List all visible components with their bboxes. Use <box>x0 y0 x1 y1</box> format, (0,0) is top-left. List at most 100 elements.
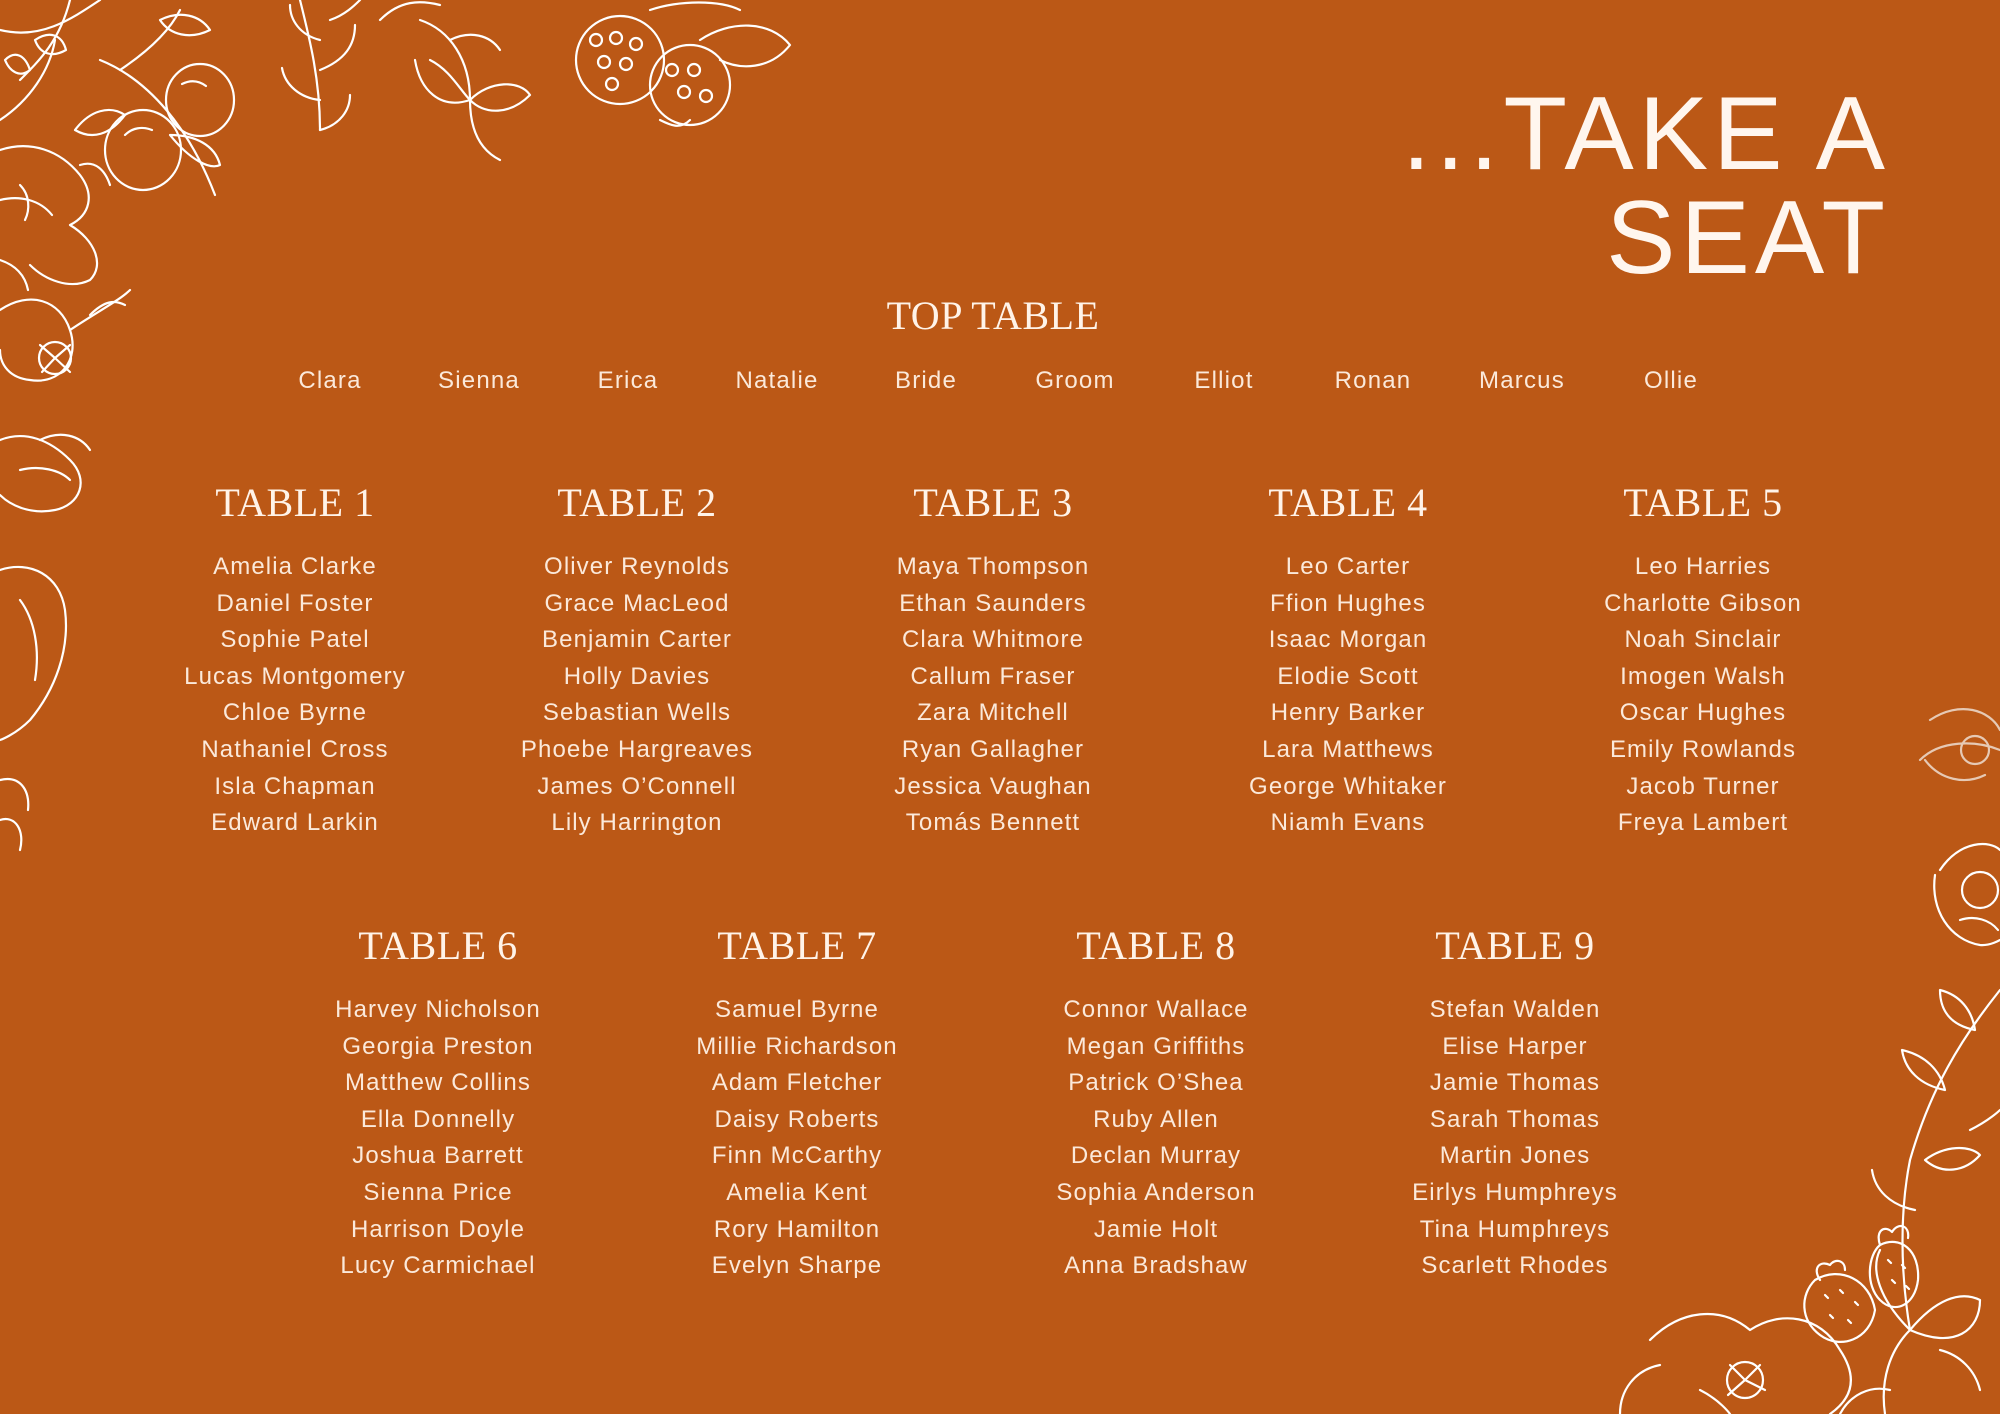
guest-name: Jessica Vaughan <box>894 772 1092 800</box>
table-9: TABLE 9 Stefan Walden Elise Harper Jamie… <box>1365 926 1665 1285</box>
top-table-guest: Ollie <box>1643 367 1698 394</box>
guest-name: Stefan Walden <box>1429 996 1601 1023</box>
guest-name: Clara Whitmore <box>901 626 1085 654</box>
top-table-guest: Natalie <box>735 367 819 394</box>
guest-name: Jamie Thomas <box>1429 1069 1601 1097</box>
guest-name: Ella Donnelly <box>360 1105 516 1133</box>
guest-name: Sarah Thomas <box>1429 1105 1601 1133</box>
table-heading: TABLE 6 <box>358 923 518 968</box>
table-8: TABLE 8 Connor Wallace Megan Griffiths P… <box>1006 926 1306 1285</box>
guest-name: Connor Wallace <box>1063 996 1249 1023</box>
top-table-names: Clara Sienna Erica Natalie Bride Groom E… <box>260 364 1700 398</box>
guest-name: Chloe Byrne <box>222 699 368 727</box>
seating-chart: ...TAKE A SEAT TOP TABLE Clara Sienna Er… <box>0 0 2000 1414</box>
guest-name: Declan Murray <box>1070 1142 1242 1170</box>
guest-name: Nathaniel Cross <box>201 735 389 763</box>
guest-name: Martin Jones <box>1439 1142 1591 1170</box>
guest-name: George Whitaker <box>1249 772 1447 800</box>
table-heading: TABLE 9 <box>1435 923 1595 968</box>
guest-name: Finn McCarthy <box>711 1142 883 1170</box>
table-1: TABLE 1 Amelia Clarke Daniel Foster Soph… <box>145 483 445 842</box>
guest-name: Lily Harrington <box>551 809 723 837</box>
table-7: TABLE 7 Samuel Byrne Millie Richardson A… <box>647 926 947 1285</box>
table-heading: TABLE 7 <box>717 923 877 968</box>
guest-name: Sophie Patel <box>220 626 370 654</box>
guest-name: Lucy Carmichael <box>340 1252 536 1280</box>
table-2: TABLE 2 Oliver Reynolds Grace MacLeod Be… <box>487 483 787 842</box>
guest-name: Millie Richardson <box>696 1032 898 1060</box>
top-table-guest: Elliot <box>1194 367 1254 394</box>
guest-name: Samuel Byrne <box>715 996 879 1023</box>
guest-name: Freya Lambert <box>1617 809 1789 837</box>
guest-name: Ruby Allen <box>1093 1105 1219 1133</box>
guest-name: Oliver Reynolds <box>544 553 730 580</box>
guest-name: Isla Chapman <box>214 772 376 800</box>
guest-name: Tina Humphreys <box>1419 1215 1611 1243</box>
guest-name: Tomás Bennett <box>905 809 1081 837</box>
guest-name: Zara Mitchell <box>917 699 1069 727</box>
guest-name: Evelyn Sharpe <box>711 1252 883 1280</box>
table-heading: TABLE 5 <box>1623 480 1783 525</box>
guest-name: Charlotte Gibson <box>1604 589 1802 617</box>
table-6: TABLE 6 Harvey Nicholson Georgia Preston… <box>288 926 588 1285</box>
guest-name: Ryan Gallagher <box>901 735 1085 763</box>
top-table-guest: Erica <box>597 367 659 394</box>
table-heading: TABLE 8 <box>1076 923 1236 968</box>
guest-name: Eirlys Humphreys <box>1412 1178 1618 1206</box>
guest-name: Callum Fraser <box>910 662 1076 690</box>
top-table-guest: Groom <box>1035 367 1115 394</box>
guest-name: Daisy Roberts <box>714 1105 880 1133</box>
guest-name: Harvey Nicholson <box>335 996 541 1023</box>
top-table-guest: Ronan <box>1334 367 1412 394</box>
guest-name: Rory Hamilton <box>713 1215 881 1243</box>
table-heading: TABLE 3 <box>913 480 1073 525</box>
guest-name: Amelia Clarke <box>213 553 377 580</box>
top-table-guest: Sienna <box>438 367 520 394</box>
guest-name: Adam Fletcher <box>711 1069 883 1097</box>
guest-name: Elodie Scott <box>1277 662 1419 690</box>
guest-name: Daniel Foster <box>216 589 374 617</box>
guest-name: Elise Harper <box>1442 1032 1588 1060</box>
guest-name: Edward Larkin <box>211 809 379 837</box>
guest-name: Ethan Saunders <box>899 589 1087 617</box>
guest-name: Maya Thompson <box>896 553 1090 580</box>
top-table-heading: TOP TABLE <box>886 293 1100 338</box>
table-5: TABLE 5 Leo Harries Charlotte Gibson Noa… <box>1553 483 1853 842</box>
guest-name: Benjamin Carter <box>542 626 732 654</box>
guest-name: Noah Sinclair <box>1624 626 1782 654</box>
guest-name: James O’Connell <box>537 772 737 800</box>
guest-name: Phoebe Hargreaves <box>520 735 754 763</box>
guest-name: Ffion Hughes <box>1270 589 1426 617</box>
guest-name: Jacob Turner <box>1626 772 1780 800</box>
guest-name: Jamie Holt <box>1093 1215 1219 1243</box>
table-3: TABLE 3 Maya Thompson Ethan Saunders Cla… <box>843 483 1143 842</box>
top-table-guest: Bride <box>894 367 958 394</box>
guest-name: Niamh Evans <box>1270 809 1426 837</box>
guest-name: Oscar Hughes <box>1619 699 1787 727</box>
guest-name: Leo Harries <box>1634 553 1772 580</box>
table-heading: TABLE 4 <box>1268 480 1428 525</box>
guest-name: Megan Griffiths <box>1066 1032 1246 1060</box>
guest-name: Sienna Price <box>363 1178 513 1206</box>
page-title: ...TAKE A SEAT <box>1401 76 1890 296</box>
guest-name: Leo Carter <box>1285 553 1411 580</box>
guest-name: Lara Matthews <box>1262 735 1434 763</box>
guest-name: Holly Davies <box>563 662 711 690</box>
guest-name: Grace MacLeod <box>544 589 730 617</box>
top-table-guest: Marcus <box>1479 367 1565 394</box>
guest-name: Sebastian Wells <box>542 699 732 727</box>
guest-name: Henry Barker <box>1270 699 1426 727</box>
guest-name: Joshua Barrett <box>352 1142 524 1170</box>
guest-name: Matthew Collins <box>345 1069 531 1097</box>
guest-name: Isaac Morgan <box>1268 626 1428 654</box>
guest-name: Amelia Kent <box>726 1178 868 1206</box>
guest-name: Patrick O’Shea <box>1068 1069 1244 1097</box>
guest-name: Lucas Montgomery <box>184 662 406 690</box>
guest-name: Scarlett Rhodes <box>1421 1252 1609 1280</box>
guest-name: Anna Bradshaw <box>1064 1252 1248 1280</box>
guest-name: Harrison Doyle <box>350 1215 526 1243</box>
guest-name: Sophia Anderson <box>1056 1178 1256 1206</box>
guest-name: Emily Rowlands <box>1609 735 1797 763</box>
table-heading: TABLE 2 <box>557 480 717 525</box>
guest-name: Georgia Preston <box>342 1032 534 1060</box>
